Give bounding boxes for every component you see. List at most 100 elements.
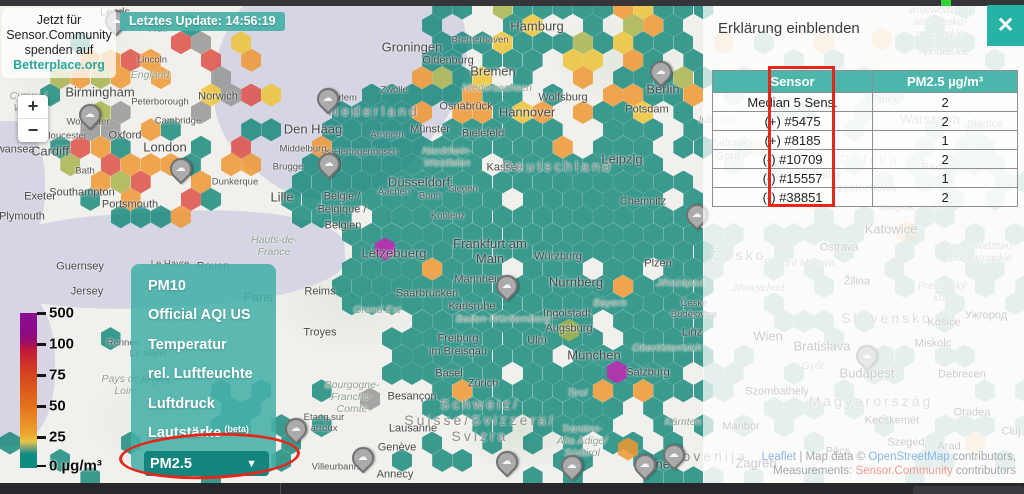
sensor-table-row: (-) #107092 <box>713 150 1018 169</box>
scale-tick-label: 50 <box>49 398 66 415</box>
browser-top-bar <box>0 0 1024 6</box>
map-label: Plymouth <box>0 211 45 224</box>
map-label: Hauts-de- France <box>251 234 297 258</box>
osm-link[interactable]: OpenStreetMap <box>868 451 949 463</box>
map-label: Brugge <box>273 163 304 174</box>
map-label: Augsburg <box>545 323 592 336</box>
sensor-value-cell: 2 <box>873 188 1018 207</box>
zoom-in-button[interactable]: + <box>18 95 48 119</box>
scale-tick-label: 500 <box>49 305 74 322</box>
map-label: Leipzig <box>601 153 642 168</box>
map-label: Etang sur arroux <box>304 413 345 435</box>
scale-tick <box>37 465 46 468</box>
layer-menu-item-label: PM10 <box>148 278 186 294</box>
bottom-bar-tray <box>913 486 1024 494</box>
scale-tick-label: 25 <box>49 429 66 446</box>
map-label: Cambridge <box>155 117 201 128</box>
map-label: Oxford <box>108 130 141 143</box>
map-label: Frankfurt am Main <box>453 237 527 267</box>
map-label: Oldenburg <box>422 55 473 68</box>
hex-tile[interactable] <box>553 6 573 20</box>
layer-menu-item-pm10[interactable]: PM10 <box>131 271 276 301</box>
layer-menu-item-luftdruck[interactable]: Luftdruck <box>131 389 276 419</box>
leaflet-link[interactable]: Leaflet <box>762 451 797 463</box>
map-label: Deutschland <box>503 158 614 174</box>
layer-menu-item-temperatur[interactable]: Temperatur <box>131 330 276 360</box>
color-scale-gradient <box>20 313 37 468</box>
zoom-out-button[interactable]: − <box>18 119 48 142</box>
sensor-table-header: PM2.5 µg/m³ <box>873 71 1018 93</box>
scale-tick <box>37 343 46 346</box>
zoom-controls: + − <box>18 95 48 142</box>
map-label: London <box>143 141 186 156</box>
map-label: Zwolle <box>380 86 407 97</box>
map-label: Siegen <box>448 185 478 196</box>
map-label: Aachen <box>378 188 410 199</box>
map-label: Nordrhein- Westfalen <box>422 145 472 169</box>
map-label: Birmingham <box>65 86 134 101</box>
close-icon[interactable]: ✕ <box>987 5 1024 46</box>
map-label: Bourgogne- Franche- Comté <box>325 379 380 415</box>
map-label: Southampton <box>49 187 114 200</box>
map-label: Swansea <box>0 144 35 157</box>
sensor-table-row: Median 5 Sens.2 <box>713 93 1018 112</box>
hex-tile[interactable] <box>523 466 543 483</box>
layer-menu-item-label: rel. Luftfeuchte <box>148 366 253 382</box>
sensor-table: SensorPM2.5 µg/m³ Median 5 Sens.2(+) #54… <box>712 70 1018 207</box>
map-label: Nürnberg <box>549 276 603 291</box>
hex-tile[interactable] <box>573 101 593 124</box>
map-label: Lincoln <box>137 56 167 67</box>
scale-tick <box>37 374 46 377</box>
map-label: Chemnitz <box>620 196 666 209</box>
attribution-text: contributors, <box>950 451 1016 463</box>
color-scale-legend: 5001007550250 µg/m³ <box>0 305 120 480</box>
betterplace-link[interactable]: Betterplace.org <box>4 58 114 73</box>
map-label: Oberösterreich <box>632 342 701 354</box>
attribution-text: Measurements: <box>773 465 855 477</box>
map-label: Freiburg im Breisgau <box>429 332 487 357</box>
map-label: Peterborough <box>131 98 189 109</box>
map-label: München <box>567 349 620 364</box>
donation-line: Sensor.Community <box>4 28 114 43</box>
map-label: Bonn <box>419 192 441 203</box>
hex-tile[interactable] <box>452 449 472 472</box>
map-label: Exeter <box>24 191 56 204</box>
sensor-value-cell: 2 <box>873 93 1018 112</box>
app-window: LeedsHullLincolnEnglandBirminghamNorwich… <box>0 0 1024 494</box>
donation-line: spenden auf <box>4 43 114 58</box>
map-label: Annecy <box>377 469 414 482</box>
map-label: Bielefeld <box>462 128 504 141</box>
attribution-text: contributors <box>953 465 1016 477</box>
layer-menu-item-official-aqi-us[interactable]: Official AQI US <box>131 301 276 331</box>
donation-box: Jetzt für Sensor.Community spenden auf B… <box>2 8 116 78</box>
map-label: Letzebuerg <box>361 247 426 262</box>
red-annotation-rectangle <box>768 66 835 207</box>
map-label: Jihozápad <box>656 277 704 289</box>
map-label: Belgien <box>325 220 362 233</box>
map-label: Münster <box>410 124 450 137</box>
map-label: Linz <box>682 327 702 340</box>
map-label: Jersey <box>71 286 103 299</box>
map-label: Zürich <box>468 378 499 391</box>
sensor-table-header-row: SensorPM2.5 µg/m³ <box>713 71 1018 93</box>
layer-menu-items: PM10 Official AQI USTemperatur rel. Luftfe… <box>131 271 276 448</box>
scale-tick-label: 0 µg/m³ <box>49 457 102 474</box>
map-label: Guernsey <box>56 261 104 274</box>
map-label: Schweiz/ Suisse/Svizzera/ Svizra <box>404 396 555 444</box>
map-label: Den Haag <box>284 123 343 138</box>
scale-tick-label: 100 <box>49 336 74 353</box>
map-attribution: Leaflet | Map data © OpenStreetMap contr… <box>762 450 1016 478</box>
map-label: England <box>131 69 170 81</box>
map-label: Würzburg <box>534 251 582 264</box>
hex-tile[interactable] <box>683 466 703 483</box>
map-label: Ulm <box>527 335 547 348</box>
map-label: Koblenz <box>431 212 465 223</box>
layer-menu-item-label: Luftdruck <box>148 396 215 412</box>
donation-line: Jetzt für <box>4 13 114 28</box>
layer-menu-item-rel-luftfeuchte[interactable]: rel. Luftfeuchte <box>131 360 276 390</box>
map-label: Norwich <box>198 91 238 104</box>
map-label: Hannover <box>499 106 555 121</box>
map-label: Salzburg <box>626 367 669 380</box>
sensor-community-link[interactable]: Sensor.Community <box>856 465 953 477</box>
explanation-toggle[interactable]: Erklärung einblenden <box>718 20 860 37</box>
